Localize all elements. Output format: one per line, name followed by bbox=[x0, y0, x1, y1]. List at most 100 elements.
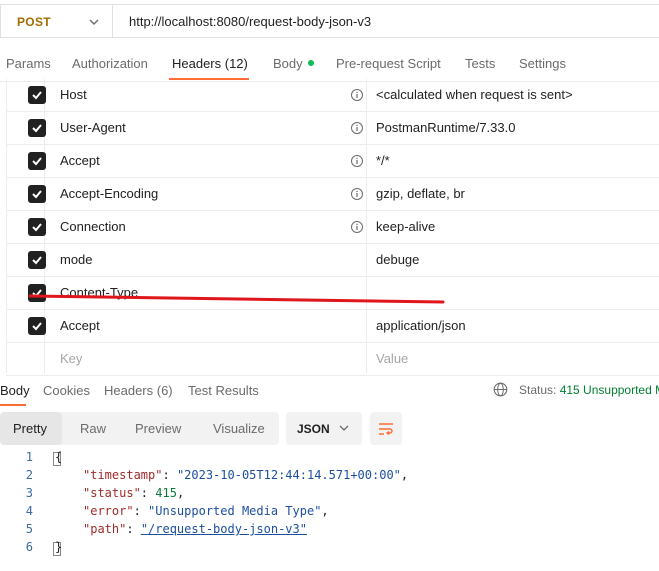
header-value[interactable]: <calculated when request is sent> bbox=[376, 87, 573, 102]
tab-params[interactable]: Params bbox=[6, 56, 51, 71]
header-checkbox[interactable] bbox=[28, 251, 46, 269]
method-label: POST bbox=[17, 15, 51, 29]
checkmark-icon bbox=[32, 157, 42, 166]
url-input[interactable]: http://localhost:8080/request-body-json-… bbox=[112, 4, 659, 38]
tab-headers[interactable]: Headers (12) bbox=[172, 56, 248, 71]
tab-settings[interactable]: Settings bbox=[519, 56, 566, 71]
header-value[interactable]: keep-alive bbox=[376, 219, 435, 234]
url-text: http://localhost:8080/request-body-json-… bbox=[129, 14, 372, 29]
table-row: mode debuge bbox=[6, 244, 659, 277]
code-text: "status": 415, bbox=[83, 486, 185, 500]
table-row: User-Agent PostmanRuntime/7.33.0 bbox=[6, 112, 659, 145]
info-icon[interactable] bbox=[350, 154, 364, 168]
format-select[interactable]: JSON bbox=[286, 412, 362, 445]
view-tab-pretty[interactable]: Pretty bbox=[13, 421, 47, 436]
chevron-down-icon bbox=[339, 425, 349, 431]
header-value[interactable]: application/json bbox=[376, 318, 466, 333]
json-string: "Unsupported Media Type" bbox=[148, 504, 322, 518]
tab-tests[interactable]: Tests bbox=[465, 56, 495, 71]
header-value[interactable]: */* bbox=[376, 153, 390, 168]
header-value[interactable]: gzip, deflate, br bbox=[376, 186, 465, 201]
format-label: JSON bbox=[297, 422, 330, 436]
response-tab-body[interactable]: Body bbox=[0, 383, 30, 398]
header-key[interactable]: Accept-Encoding bbox=[60, 186, 158, 201]
json-string: "2023-10-05T12:44:14.571+00:00" bbox=[176, 468, 401, 482]
json-number: 415 bbox=[155, 486, 177, 500]
header-checkbox[interactable] bbox=[28, 86, 46, 104]
response-tab-test-results[interactable]: Test Results bbox=[188, 383, 259, 398]
code-line: 2 "timestamp": "2023-10-05T12:44:14.571+… bbox=[0, 468, 659, 486]
info-icon[interactable] bbox=[350, 121, 364, 135]
checkmark-icon bbox=[32, 124, 42, 133]
response-tabs: Body Cookies Headers (6) Test Results St… bbox=[0, 376, 659, 406]
globe-icon[interactable] bbox=[493, 382, 508, 397]
view-tab-raw[interactable]: Raw bbox=[80, 421, 106, 436]
code-text: "error": "Unsupported Media Type", bbox=[83, 504, 329, 518]
code-text: "path": "/request-body-json-v3" bbox=[83, 522, 307, 536]
tab-body-label: Body bbox=[273, 56, 303, 71]
header-checkbox[interactable] bbox=[28, 185, 46, 203]
header-key[interactable]: Accept bbox=[60, 318, 100, 333]
checkmark-icon bbox=[32, 223, 42, 232]
checkmark-icon bbox=[32, 289, 42, 298]
line-number: 1 bbox=[25, 450, 33, 464]
code-text: } bbox=[55, 540, 63, 554]
tab-body[interactable]: Body bbox=[273, 56, 314, 71]
view-tab-preview[interactable]: Preview bbox=[135, 421, 181, 436]
response-status: Status: 415 Unsupported M bbox=[519, 383, 659, 397]
table-row: Connection keep-alive bbox=[6, 211, 659, 244]
checkmark-icon bbox=[32, 190, 42, 199]
new-header-key-input[interactable]: Key bbox=[60, 351, 82, 366]
header-key[interactable]: User-Agent bbox=[60, 120, 126, 135]
request-tabs: Params Authorization Headers (12) Body P… bbox=[0, 50, 659, 82]
request-url-bar: POST http://localhost:8080/request-body-… bbox=[0, 0, 659, 42]
header-value[interactable]: PostmanRuntime/7.33.0 bbox=[376, 120, 515, 135]
header-key[interactable]: Host bbox=[60, 87, 87, 102]
table-row-new: Key Value bbox=[6, 343, 659, 376]
tab-pre-request-script[interactable]: Pre-request Script bbox=[336, 56, 441, 71]
code-line: 6 } bbox=[0, 540, 659, 558]
checkmark-icon bbox=[32, 322, 42, 331]
header-key[interactable]: Accept bbox=[60, 153, 100, 168]
view-mode-tabs: Pretty Raw Preview Visualize bbox=[0, 412, 279, 445]
response-tab-headers[interactable]: Headers (6) bbox=[104, 383, 173, 398]
header-checkbox[interactable] bbox=[28, 284, 46, 302]
json-key: "path" bbox=[83, 522, 127, 536]
active-response-tab-indicator bbox=[0, 404, 26, 406]
line-number: 3 bbox=[25, 486, 33, 500]
header-checkbox[interactable] bbox=[28, 119, 46, 137]
header-key[interactable]: Connection bbox=[60, 219, 126, 234]
info-icon[interactable] bbox=[350, 187, 364, 201]
header-key[interactable]: mode bbox=[60, 252, 93, 267]
header-checkbox[interactable] bbox=[28, 218, 46, 236]
code-text: "timestamp": "2023-10-05T12:44:14.571+00… bbox=[83, 468, 409, 482]
header-key[interactable]: Content-Type bbox=[60, 285, 138, 300]
info-icon[interactable] bbox=[350, 220, 364, 234]
code-text: { bbox=[55, 450, 63, 464]
table-row: Accept */* bbox=[6, 145, 659, 178]
json-key: "error" bbox=[83, 504, 134, 518]
chevron-down-icon bbox=[89, 19, 99, 25]
wrap-lines-button[interactable] bbox=[370, 412, 402, 445]
header-checkbox[interactable] bbox=[28, 152, 46, 170]
body-indicator-dot bbox=[307, 60, 314, 66]
view-tab-visualize[interactable]: Visualize bbox=[213, 421, 265, 436]
checkmark-icon bbox=[32, 256, 42, 265]
json-key: "timestamp" bbox=[83, 468, 163, 482]
status-label: Status: bbox=[519, 383, 557, 397]
tab-authorization[interactable]: Authorization bbox=[72, 56, 148, 71]
line-number: 4 bbox=[25, 504, 33, 518]
code-line: 3 "status": 415, bbox=[0, 486, 659, 504]
checkmark-icon bbox=[32, 91, 42, 100]
new-header-value-input[interactable]: Value bbox=[376, 351, 408, 366]
code-line: 1 { bbox=[0, 450, 659, 468]
table-row: Accept application/json bbox=[6, 310, 659, 343]
wrap-lines-icon bbox=[379, 423, 393, 436]
method-select[interactable]: POST bbox=[0, 4, 112, 38]
line-number: 6 bbox=[25, 540, 33, 554]
info-icon[interactable] bbox=[350, 88, 364, 102]
json-link[interactable]: "/request-body-json-v3" bbox=[141, 522, 307, 536]
response-tab-cookies[interactable]: Cookies bbox=[43, 383, 90, 398]
header-checkbox[interactable] bbox=[28, 317, 46, 335]
header-value[interactable]: debuge bbox=[376, 252, 419, 267]
